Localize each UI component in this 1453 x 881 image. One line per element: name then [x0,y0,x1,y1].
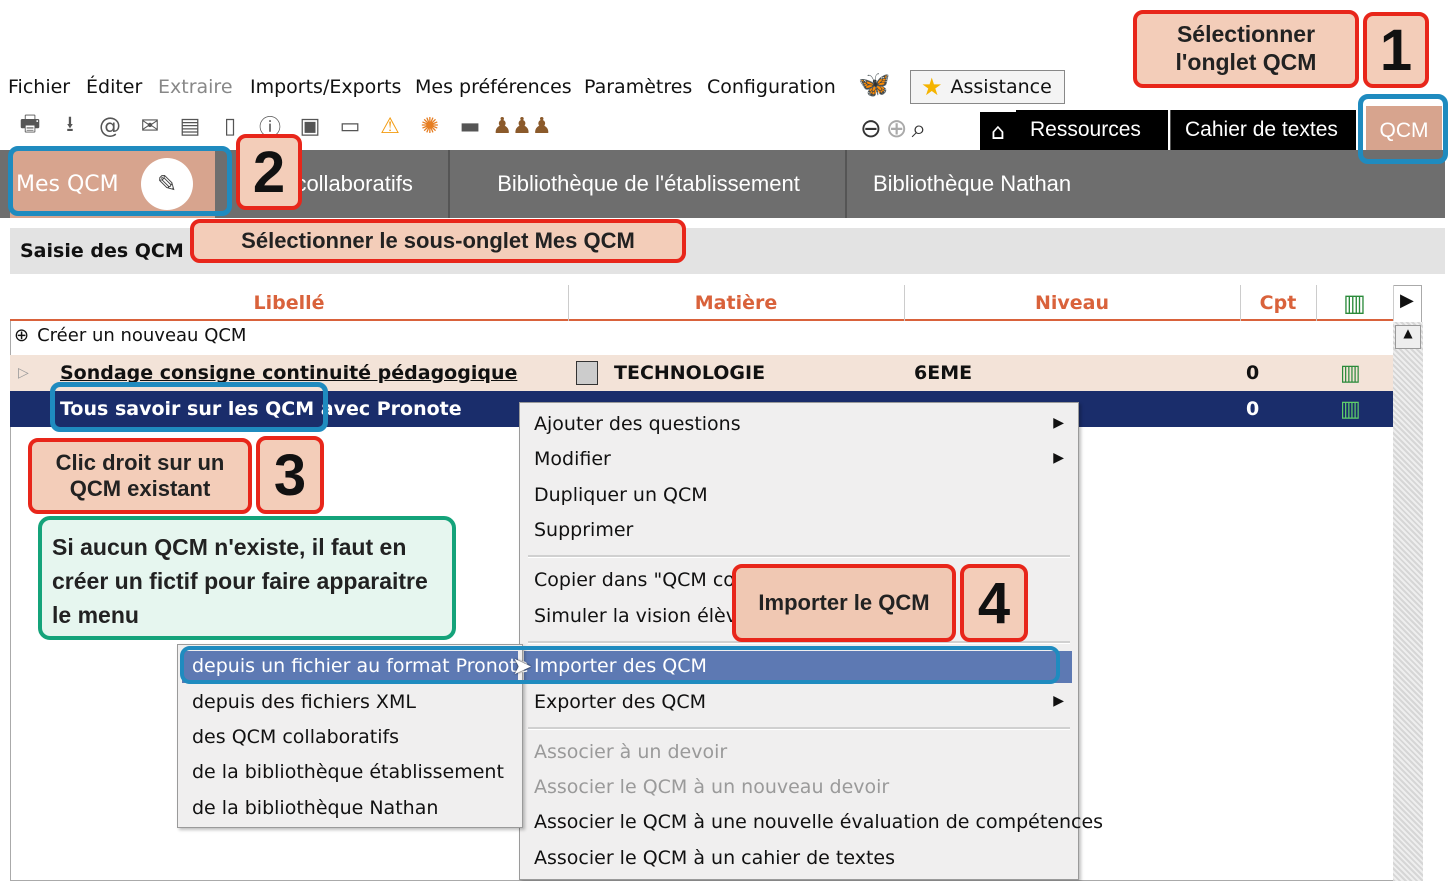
submenu-bibliotheque-nathan[interactable]: de la bibliothèque Nathan [192,797,438,819]
step-number-4: 4 [960,564,1028,642]
tab-ressources[interactable]: Ressources [1016,110,1168,150]
nav-icons: ⊖ ⊕ ⌕ [860,114,926,145]
print-icon[interactable]: 🖶 [12,110,48,142]
subtab-bibliotheque-etablissement[interactable]: Bibliothèque de l'établissement [452,150,847,218]
scroll-right-icon[interactable]: ▶ [1400,290,1414,311]
download-icon[interactable]: ⭳ [52,110,88,142]
chart-icon[interactable]: ▥ [1340,391,1361,427]
menu-dupliquer[interactable]: Dupliquer un QCM [534,484,708,506]
alert-icon[interactable]: ⚠ [372,110,408,142]
menu-parametres[interactable]: Paramètres [584,76,692,98]
highlight-existing-qcm [50,382,328,432]
meeting-icon[interactable]: ♟♟♟ [492,110,552,142]
menu-exporter-qcm[interactable]: Exporter des QCM [534,691,706,713]
menu-associer-cahier[interactable]: Associer le QCM à un cahier de textes [534,847,895,869]
col-chart-icon[interactable]: ▥ [1316,285,1394,321]
star-icon: ★ [921,73,943,101]
expand-icon[interactable]: ▷ [18,355,29,391]
callout-select-qcm-tab: Sélectionner l'onglet QCM [1133,10,1359,88]
home-icon[interactable]: ⌂ [980,112,1016,152]
document-icon[interactable]: ▤ [172,110,208,142]
search-icon[interactable]: ⌕ [912,114,927,145]
col-matiere[interactable]: Matière [568,285,905,321]
col-libelle[interactable]: Libellé [10,285,569,321]
menu-simuler-vision[interactable]: Simuler la vision élève [534,605,749,627]
butterfly-icon: 🦋 [858,70,891,100]
subtab-bibliotheque-nathan[interactable]: Bibliothèque Nathan [849,150,1249,218]
menu-fichier[interactable]: Fichier [8,76,70,98]
callout-right-click: Clic droit sur un QCM existant [28,438,252,514]
menu-editer[interactable]: Éditer [86,76,142,98]
callout-select-mes-qcm: Sélectionner le sous-onglet Mes QCM [190,219,686,263]
vertical-scrollbar[interactable] [1393,322,1423,881]
create-qcm-row[interactable]: ⊕ Créer un nouveau QCM [14,325,246,346]
step-number-3: 3 [256,436,324,514]
menu-preferences[interactable]: Mes préférences [415,76,572,98]
col-cpt[interactable]: Cpt [1240,285,1317,321]
table-header: Libellé Matière Niveau Cpt ▥ [10,285,1394,321]
submenu-qcm-collaboratifs[interactable]: des QCM collaboratifs [192,726,399,748]
submenu-arrow-icon: ▶ [1053,450,1064,466]
tab-cahier-de-textes[interactable]: Cahier de textes [1170,110,1356,150]
menu-configuration[interactable]: Configuration [707,76,836,98]
chart-icon[interactable]: ▥ [1340,355,1361,391]
highlight-import-row [180,646,1060,684]
at-icon[interactable]: @ [92,110,128,142]
menu-separator [528,727,1070,730]
row-matiere: TECHNOLOGIE [614,362,766,384]
menu-separator [528,555,1070,558]
note-no-qcm: Si aucun QCM n'existe, il faut en créer … [38,516,456,640]
menu-modifier[interactable]: Modifier [534,448,611,470]
screen-icon[interactable]: ▭ [332,110,368,142]
mail-icon[interactable]: ✉ [132,110,168,142]
col-niveau[interactable]: Niveau [904,285,1241,321]
submenu-bibliotheque-etablissement[interactable]: de la bibliothèque établissement [192,761,504,783]
menu-ajouter-questions[interactable]: Ajouter des questions [534,413,741,435]
row-cpt: 0 [1246,398,1260,420]
color-swatch-icon [576,355,598,391]
add-circle-icon: ⊕ [14,325,30,346]
submenu-arrow-icon: ▶ [1053,415,1064,431]
step-number-2: 2 [236,134,302,210]
back-icon[interactable]: ⊖ [860,114,882,145]
forward-icon[interactable]: ⊕ [886,114,908,145]
highlight-qcm-tab [1358,94,1448,164]
card-icon[interactable]: ▬ [452,110,488,142]
row-niveau: 6EME [914,362,973,384]
siren-icon[interactable]: ✺ [412,110,448,142]
menu-imports-exports[interactable]: Imports/Exports [250,76,401,98]
step-number-1: 1 [1363,12,1429,88]
scroll-up-icon[interactable]: ▲ [1395,325,1421,349]
menu-associer-evaluation[interactable]: Associer le QCM à une nouvelle évaluatio… [534,811,1103,833]
menu-supprimer[interactable]: Supprimer [534,519,633,541]
submenu-arrow-icon: ▶ [1053,693,1064,709]
submenu-fichiers-xml[interactable]: depuis des fichiers XML [192,691,416,713]
assistance-button[interactable]: ★ Assistance [910,70,1065,104]
menu-associer-nouveau-devoir[interactable]: Associer le QCM à un nouveau devoir [534,776,889,798]
highlight-mes-qcm [8,146,232,216]
menu-extraire[interactable]: Extraire [158,76,233,98]
callout-import-qcm: Importer le QCM [732,564,956,642]
row-cpt: 0 [1246,362,1260,384]
menu-associer-devoir[interactable]: Associer à un devoir [534,741,727,763]
